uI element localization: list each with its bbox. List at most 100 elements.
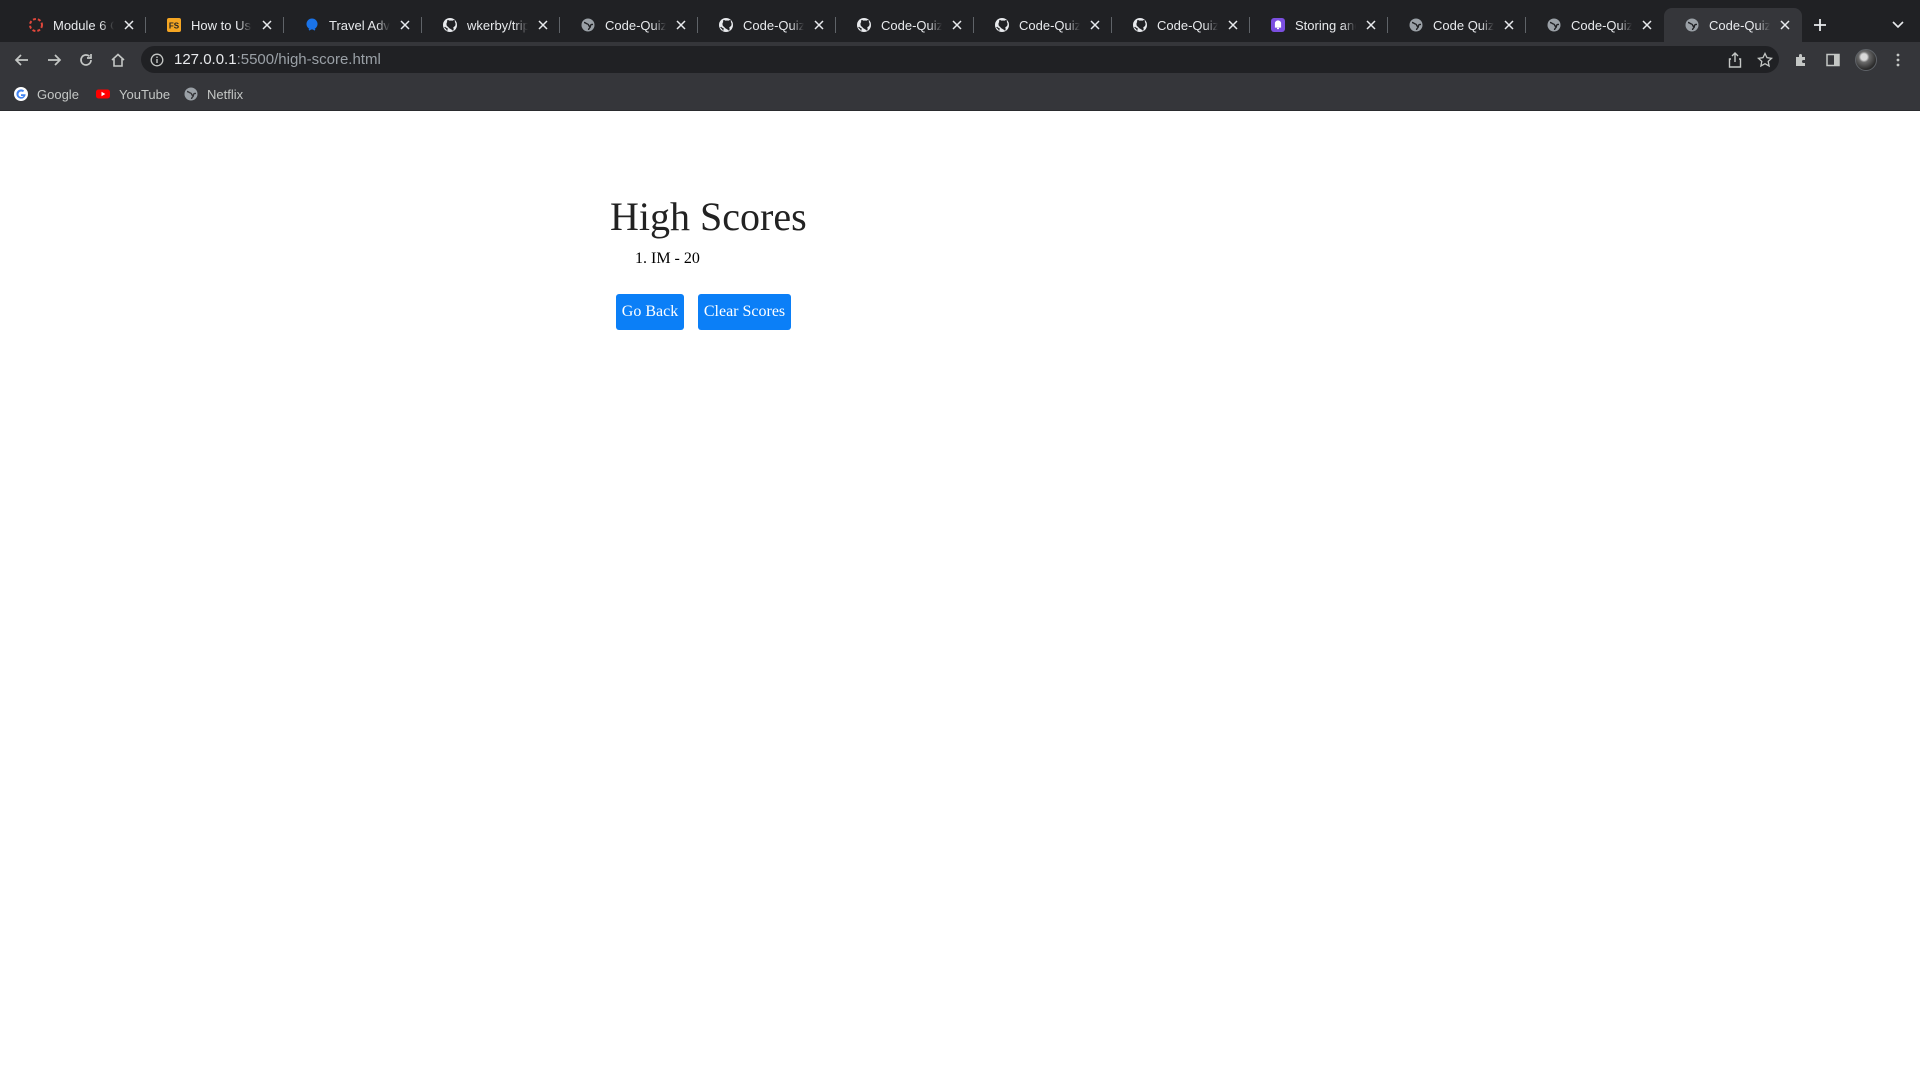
close-icon[interactable] [120,16,138,34]
bookmark-star-button[interactable] [1751,46,1779,73]
fs-logo-icon: FS [166,17,182,33]
profile-avatar[interactable] [1855,49,1877,71]
page-title: High Scores [610,194,807,239]
close-icon[interactable] [1500,16,1518,34]
close-icon[interactable] [672,16,690,34]
close-icon[interactable] [534,16,552,34]
bookmark-youtube[interactable]: YouTube [95,84,170,104]
purple-bell-icon [1270,17,1286,33]
globe-icon [1546,17,1562,33]
tab-7[interactable]: Code-Quiz/s [836,8,974,42]
bookmarks-bar: Google YouTube Netflix [0,77,1920,111]
chevron-down-icon [1892,21,1904,29]
tab-3[interactable]: Travel Adviso [284,8,422,42]
back-button[interactable] [8,46,36,74]
bookmark-label: Google [37,86,79,102]
tab-11[interactable]: Code Quiz [1388,8,1526,42]
tab-title: Code Quiz [1433,17,1494,33]
globe-icon [580,17,596,33]
forward-button[interactable] [40,46,68,74]
tab-2[interactable]: FS How to Use A [146,8,284,42]
close-icon[interactable] [396,16,414,34]
github-icon [856,17,872,33]
reload-button[interactable] [72,46,100,74]
github-icon [718,17,734,33]
page-content: High Scores 1. IM - 20 Go Back Clear Sco… [0,111,1920,1080]
close-icon[interactable] [948,16,966,34]
close-icon[interactable] [258,16,276,34]
tab-title: Travel Adviso [329,17,390,33]
globe-icon [1684,17,1700,33]
tab-12[interactable]: Code-Quiz [1526,8,1664,42]
score-rank: 1. [635,250,647,267]
tab-5[interactable]: Code-Quiz [560,8,698,42]
tab-title: Code-Quiz [1709,17,1770,33]
globe-icon [183,86,199,102]
home-icon [111,53,125,67]
bookmark-label: Netflix [207,86,244,102]
tab-title: Code-Quiz/s [743,17,804,33]
extensions-button[interactable] [1787,46,1815,74]
tab-strip: Module 6 Ch FS How to Use A Travel Adviso wk… [0,0,1920,42]
list-item: 1. IM - 20 [635,250,700,268]
close-icon[interactable] [1086,16,1104,34]
google-icon [13,86,29,102]
browser-toolbar: 127.0.0.1 :5500/high-score.html [0,42,1920,77]
go-back-button[interactable]: Go Back [616,294,684,330]
score-entry: IM - 20 [651,250,700,267]
globe-icon [1408,17,1424,33]
side-panel-icon [1826,53,1840,67]
tab-6[interactable]: Code-Quiz/s [698,8,836,42]
bookmark-google[interactable]: Google [13,84,79,104]
tab-10[interactable]: Storing and r [1250,8,1388,42]
github-icon [442,17,458,33]
side-panel-button[interactable] [1819,46,1847,74]
url-path: :5500/high-score.html [236,51,381,68]
puzzle-icon [1796,54,1805,66]
home-button[interactable] [104,46,132,74]
close-icon[interactable] [810,16,828,34]
tab-title: How to Use A [191,17,252,33]
clear-scores-button[interactable]: Clear Scores [698,294,791,330]
tab-title: Code-Quiz/s [881,17,942,33]
arrow-left-icon [14,54,28,66]
info-icon[interactable] [150,53,164,67]
star-icon [1757,51,1773,67]
kebab-menu-icon [1896,53,1900,67]
blue-shield-icon [304,17,320,33]
address-bar[interactable]: 127.0.0.1 :5500/high-score.html [141,46,1779,73]
close-icon[interactable] [1362,16,1380,34]
github-icon [1132,17,1148,33]
tab-1[interactable]: Module 6 Ch [8,8,146,42]
tab-title: Code-Quiz [605,17,666,33]
tab-title: Module 6 Ch [53,17,114,33]
share-button[interactable] [1721,46,1749,73]
tab-9[interactable]: Code-Quiz/s [1112,8,1250,42]
bookmark-netflix[interactable]: Netflix [183,84,243,104]
tab-title: Code-Quiz/s [1157,17,1218,33]
tab-title: wkerby/trip-p [467,17,528,33]
new-tab-button[interactable] [1806,11,1834,39]
high-score-list: 1. IM - 20 [635,250,700,268]
tab-13[interactable]: Code-Quiz [1664,8,1802,42]
share-icon [1728,51,1742,68]
red-spinner-icon [28,17,44,33]
svg-text:FS: FS [169,22,180,31]
bookmark-label: YouTube [119,86,171,102]
plus-icon [1814,19,1826,31]
github-icon [994,17,1010,33]
arrow-right-icon [48,54,62,66]
close-icon[interactable] [1638,16,1656,34]
menu-button[interactable] [1884,46,1912,74]
youtube-icon [95,86,111,102]
tab-search-button[interactable] [1884,11,1912,39]
reload-icon [80,54,92,66]
url-host: 127.0.0.1 [174,51,237,68]
close-icon[interactable] [1776,16,1794,34]
tab-4[interactable]: wkerby/trip-p [422,8,560,42]
close-icon[interactable] [1224,16,1242,34]
tab-title: Code-Quiz [1571,17,1632,33]
tab-8[interactable]: Code-Quiz/s [974,8,1112,42]
tab-title: Storing and r [1295,17,1356,33]
tab-title: Code-Quiz/s [1019,17,1080,33]
